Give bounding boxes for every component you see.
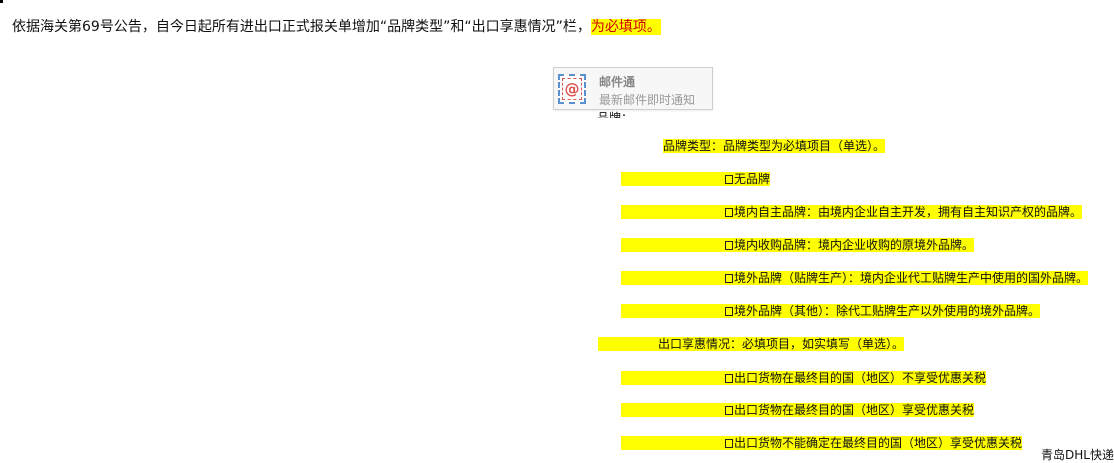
brand-option-row: 境外品牌（其他）：除代工贴牌生产以外使用的境外品牌。 bbox=[621, 304, 1041, 318]
notice-body: 依据海关第69号公告，自今日起所有进出口正式报关单增加“品牌类型”和“出口享惠情… bbox=[12, 19, 591, 35]
brand-type-heading-text: 品牌类型：品牌类型为必填项目（单选）。 bbox=[663, 139, 886, 153]
brand-option: 境外品牌（贴牌生产）：境内企业代工贴牌生产中使用的国外品牌。 bbox=[725, 271, 1089, 285]
notice-text: 依据海关第69号公告，自今日起所有进出口正式报关单增加“品牌类型”和“出口享惠情… bbox=[12, 17, 661, 37]
brand-type-heading: 品牌类型：品牌类型为必填项目（单选）。 bbox=[663, 139, 886, 153]
corner-marker bbox=[0, 0, 3, 3]
checkbox-icon[interactable] bbox=[725, 406, 733, 415]
export-preference-heading: 出口享惠情况：必填项目，如实填写（单选）。 bbox=[598, 337, 905, 351]
export-option-row: 出口货物在最终目的国（地区）享受优惠关税 bbox=[621, 403, 975, 417]
highlight-indent bbox=[621, 172, 725, 186]
export-option-row: 出口货物在最终目的国（地区）不享受优惠关税 bbox=[621, 371, 987, 385]
checkbox-icon[interactable] bbox=[725, 208, 733, 217]
export-option: 出口货物在最终目的国（地区）不享受优惠关税 bbox=[725, 371, 987, 385]
checkbox-icon[interactable] bbox=[725, 241, 733, 250]
mail-notification-widget[interactable]: @ 邮件通 最新邮件即时通知 bbox=[553, 67, 713, 110]
brand-option-row: 境内收购品牌：境内企业收购的原境外品牌。 bbox=[621, 238, 975, 252]
export-option-row: 出口货物不能确定在最终目的国（地区）享受优惠关税 bbox=[621, 436, 1023, 450]
checkbox-icon[interactable] bbox=[725, 307, 733, 316]
checkbox-icon[interactable] bbox=[725, 175, 733, 184]
highlight-indent bbox=[621, 238, 725, 252]
mail-widget-title: 邮件通 bbox=[599, 75, 636, 89]
brand-option: 境内收购品牌：境内企业收购的原境外品牌。 bbox=[725, 238, 975, 252]
mail-at-icon: @ bbox=[558, 74, 586, 104]
brand-option: 境外品牌（其他）：除代工贴牌生产以外使用的境外品牌。 bbox=[725, 304, 1041, 318]
highlight-indent bbox=[598, 337, 658, 351]
notice-required-highlight: 为必填项。 bbox=[590, 19, 661, 35]
highlight-indent bbox=[621, 403, 725, 417]
watermark-text: 青岛DHL快递 bbox=[1041, 448, 1114, 462]
highlight-indent bbox=[621, 371, 725, 385]
checkbox-icon[interactable] bbox=[725, 374, 733, 383]
highlight-indent bbox=[621, 436, 725, 450]
brand-option-row: 境内自主品牌：由境内企业自主开发，拥有自主知识产权的品牌。 bbox=[621, 205, 1083, 219]
brand-option: 境内自主品牌：由境内企业自主开发，拥有自主知识产权的品牌。 bbox=[725, 205, 1083, 219]
brand-label-partial: 品牌： bbox=[597, 111, 634, 118]
highlight-indent bbox=[621, 205, 725, 219]
brand-option-row: 境外品牌（贴牌生产）：境内企业代工贴牌生产中使用的国外品牌。 bbox=[621, 271, 1089, 285]
checkbox-icon[interactable] bbox=[725, 274, 733, 283]
checkbox-icon[interactable] bbox=[725, 439, 733, 448]
mail-widget-subtitle: 最新邮件即时通知 bbox=[599, 93, 696, 107]
export-option: 出口货物不能确定在最终目的国（地区）享受优惠关税 bbox=[725, 436, 1023, 450]
brand-option-row: 无品牌 bbox=[621, 172, 771, 186]
export-option: 出口货物在最终目的国（地区）享受优惠关税 bbox=[725, 403, 975, 417]
highlight-indent bbox=[621, 304, 725, 318]
export-preference-heading-text: 出口享惠情况：必填项目，如实填写（单选）。 bbox=[658, 337, 905, 351]
highlight-indent bbox=[621, 271, 725, 285]
brand-option: 无品牌 bbox=[725, 172, 771, 186]
